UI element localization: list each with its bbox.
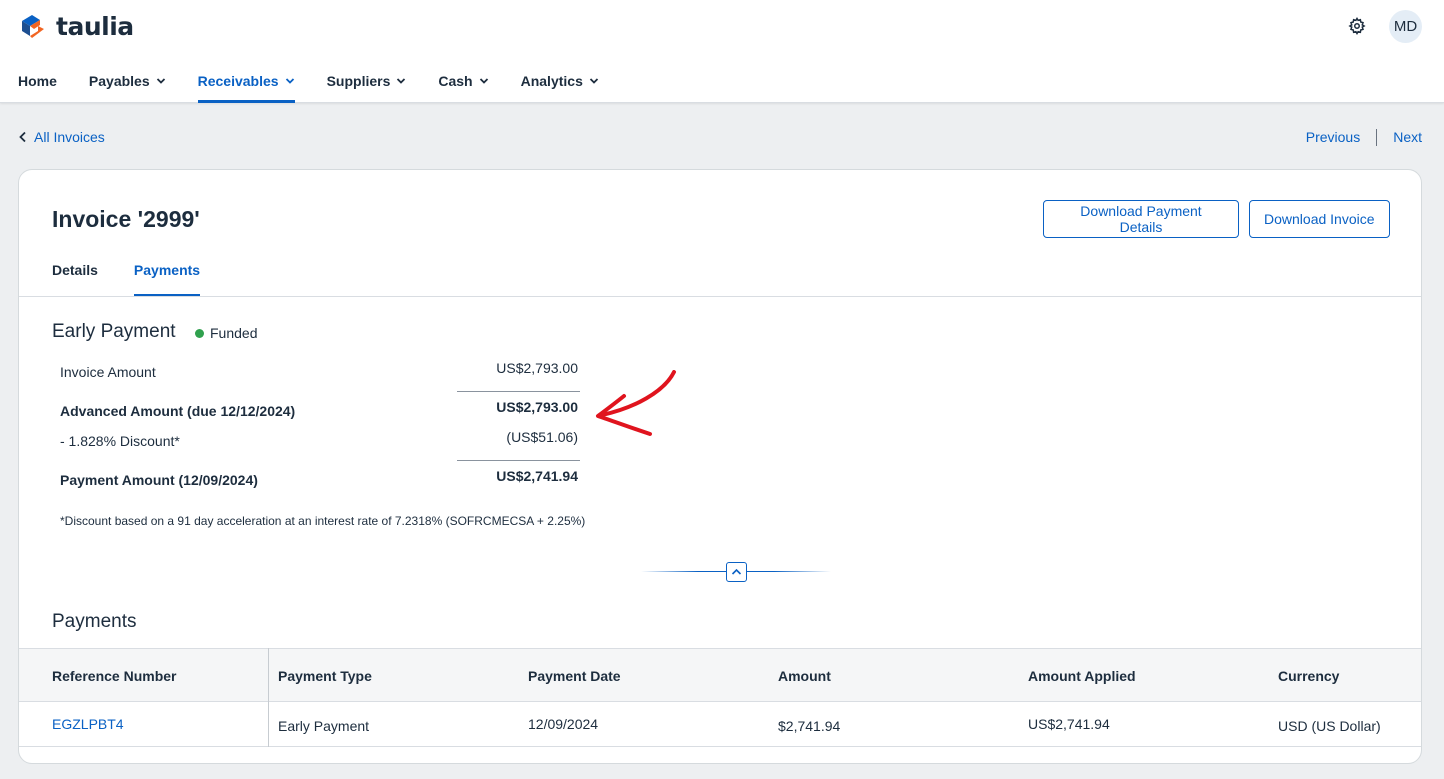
taulia-logo[interactable]: taulia: [18, 11, 134, 41]
top-header: taulia MD Home Payables Receivables Supp…: [0, 0, 1444, 103]
chevron-down-icon: [479, 77, 488, 84]
discount-value: (US$51.06): [506, 429, 578, 445]
column-header-amount-applied[interactable]: Amount Applied: [1028, 668, 1136, 684]
early-payment-heading: Early Payment: [52, 321, 176, 342]
advanced-amount-label: Advanced Amount (due 12/12/2024): [60, 403, 296, 419]
nav-cash-label: Cash: [438, 72, 473, 89]
advanced-amount-value: US$2,793.00: [496, 399, 578, 415]
chevron-left-icon: [19, 131, 26, 143]
amount-divider: [457, 460, 580, 461]
previous-link[interactable]: Previous: [1306, 129, 1360, 145]
column-header-currency[interactable]: Currency: [1278, 668, 1339, 684]
collapse-section-button[interactable]: [726, 562, 747, 582]
discount-footnote: *Discount based on a 91 day acceleration…: [60, 514, 586, 528]
status-dot-icon: [195, 328, 204, 338]
download-invoice-button[interactable]: Download Invoice: [1249, 200, 1390, 238]
tab-details[interactable]: Details: [52, 256, 98, 297]
column-divider: [268, 648, 269, 747]
currency-cell: USD (US Dollar): [1278, 718, 1381, 734]
nav-payables-label: Payables: [88, 72, 150, 89]
discount-label: - 1.828% Discount*: [60, 433, 180, 449]
nav-suppliers-label: Suppliers: [326, 72, 391, 89]
invoice-card: Invoice '2999' Download Payment Details …: [18, 169, 1422, 764]
chevron-down-icon: [397, 77, 406, 84]
payment-amount-label: Payment Amount (12/09/2024): [60, 472, 258, 488]
amount-divider: [457, 391, 580, 392]
status-label: Funded: [210, 325, 258, 341]
payments-heading: Payments: [52, 611, 137, 632]
payments-table-header: Reference Number Payment Type Payment Da…: [19, 648, 1421, 702]
payment-date-cell: 12/09/2024: [528, 716, 599, 732]
back-to-all-invoices-link[interactable]: All Invoices: [18, 128, 105, 146]
amount-applied-cell: US$2,741.94: [1028, 716, 1110, 732]
nav-item-suppliers[interactable]: Suppliers: [327, 58, 407, 103]
nav-item-home[interactable]: Home: [18, 58, 57, 103]
column-header-reference-number[interactable]: Reference Number: [52, 668, 177, 684]
chevron-down-icon: [589, 77, 598, 84]
tabs-divider: [19, 296, 1421, 297]
pager-divider: [1376, 128, 1378, 146]
download-payment-details-button[interactable]: Download Payment Details: [1043, 200, 1239, 238]
invoice-amount-label: Invoice Amount: [60, 364, 156, 380]
nav-item-payables[interactable]: Payables: [89, 58, 166, 103]
back-link-label: All Invoices: [34, 129, 105, 145]
column-header-payment-date[interactable]: Payment Date: [528, 668, 621, 684]
main-nav: Home Payables Receivables Suppliers Cash…: [18, 58, 631, 103]
table-row[interactable]: EGZLPBT4 Early Payment 12/09/2024 $2,741…: [19, 702, 1421, 747]
payment-type-cell: Early Payment: [278, 718, 370, 734]
settings-gear-icon[interactable]: [1346, 15, 1368, 37]
column-header-payment-type[interactable]: Payment Type: [278, 668, 372, 684]
taulia-logo-icon: [22, 15, 44, 38]
nav-analytics-label: Analytics: [520, 72, 583, 89]
nav-receivables-label: Receivables: [197, 72, 279, 89]
invoice-pager: Previous Next: [1306, 128, 1422, 146]
nav-item-analytics[interactable]: Analytics: [521, 58, 599, 103]
nav-item-cash[interactable]: Cash: [438, 58, 488, 103]
nav-home-label: Home: [18, 72, 57, 89]
next-link[interactable]: Next: [1393, 129, 1422, 145]
amount-cell: $2,741.94: [778, 718, 841, 734]
status-badge: Funded: [195, 324, 257, 342]
chevron-down-icon: [156, 77, 165, 84]
tab-payments[interactable]: Payments: [133, 256, 201, 297]
payment-amount-value: US$2,741.94: [496, 468, 578, 484]
chevron-down-icon: [285, 77, 294, 84]
invoice-amount-value: US$2,793.00: [496, 360, 578, 376]
chevron-up-icon: [731, 568, 742, 575]
invoice-tabs: Details Payments: [52, 256, 201, 297]
column-header-amount[interactable]: Amount: [778, 668, 831, 684]
reference-number-link[interactable]: EGZLPBT4: [52, 716, 124, 732]
logo-text: taulia: [56, 11, 134, 41]
page-title: Invoice '2999': [52, 206, 200, 232]
nav-item-receivables[interactable]: Receivables: [197, 58, 295, 103]
annotation-arrow-icon: [596, 370, 676, 436]
user-avatar[interactable]: MD: [1389, 10, 1422, 43]
